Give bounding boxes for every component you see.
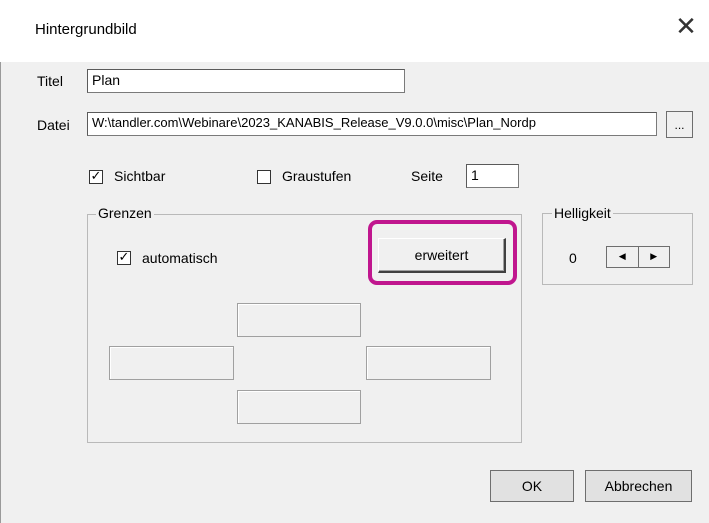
browse-button[interactable]: ... xyxy=(666,111,693,138)
helligkeit-value: 0 xyxy=(569,250,577,266)
close-icon[interactable]: ✕ xyxy=(672,13,700,41)
grenze-links-input[interactable] xyxy=(109,346,234,380)
titel-label: Titel xyxy=(37,73,63,89)
abbrechen-button[interactable]: Abbrechen xyxy=(585,470,692,502)
graustufen-checkbox[interactable] xyxy=(257,170,271,184)
datei-label: Datei xyxy=(37,117,70,133)
automatisch-checkbox[interactable]: ✓ xyxy=(117,251,131,265)
grenze-oben-input[interactable] xyxy=(237,303,361,337)
helligkeit-legend: Helligkeit xyxy=(552,205,613,221)
grenze-unten-input[interactable] xyxy=(237,390,361,424)
grenze-rechts-input[interactable] xyxy=(366,346,491,380)
sichtbar-label: Sichtbar xyxy=(114,168,166,184)
ok-button[interactable]: OK xyxy=(490,470,574,502)
titel-input[interactable]: Plan xyxy=(87,69,405,93)
seite-label: Seite xyxy=(411,168,443,184)
grenzen-legend: Grenzen xyxy=(96,205,154,221)
sichtbar-checkbox[interactable]: ✓ xyxy=(89,170,103,184)
left-arrow-icon[interactable]: ◀ xyxy=(607,247,639,267)
seite-input[interactable]: 1 xyxy=(466,164,519,188)
window-title: Hintergrundbild xyxy=(35,21,137,38)
automatisch-label: automatisch xyxy=(142,250,218,266)
graustufen-label: Graustufen xyxy=(282,168,352,184)
datei-input[interactable]: W:\tandler.com\Webinare\2023_KANABIS_Rel… xyxy=(87,112,657,136)
helligkeit-spinner: ◀ ▶ xyxy=(606,246,670,268)
erweitert-button[interactable]: erweitert xyxy=(378,238,506,273)
right-arrow-icon[interactable]: ▶ xyxy=(639,247,670,267)
